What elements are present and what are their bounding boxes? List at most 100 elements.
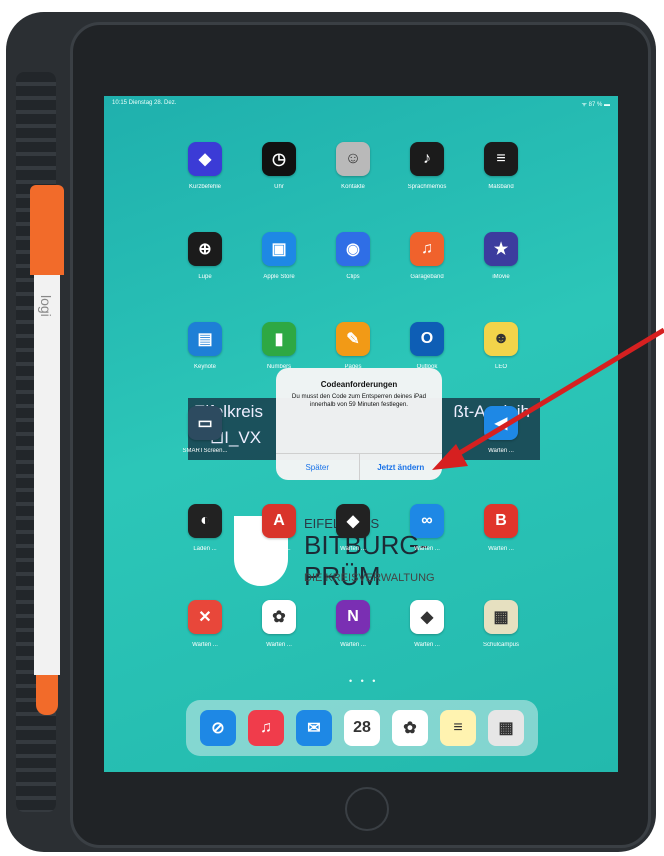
pencil-brand: logi bbox=[38, 295, 54, 317]
app-label: Apple Store bbox=[263, 274, 295, 280]
app-icon-tile[interactable]: ✿ Warten ... bbox=[249, 600, 309, 666]
app-icon: ≡ bbox=[484, 142, 518, 176]
app-icon-tile[interactable]: ♪ Sprachmemos bbox=[397, 142, 457, 208]
app-label: Laden ... bbox=[267, 546, 291, 552]
app-icon-tile[interactable]: ☻ LEO bbox=[471, 322, 531, 388]
app-icon: ◐ bbox=[188, 504, 222, 538]
dock-mail-icon[interactable]: ✉ bbox=[296, 710, 332, 746]
dock-notes-icon[interactable]: ≡ bbox=[440, 710, 476, 746]
app-icon-tile[interactable]: ★ iMovie bbox=[471, 232, 531, 298]
app-icon-tile[interactable]: ◆ Warten ... bbox=[323, 504, 383, 570]
pencil-tip bbox=[36, 675, 58, 715]
app-label: Keynote bbox=[193, 364, 217, 370]
app-icon: A bbox=[262, 504, 296, 538]
app-icon: ▮ bbox=[262, 322, 296, 356]
dock-folder-icon[interactable]: ▦ bbox=[488, 710, 524, 746]
app-label: Warten ... bbox=[340, 546, 366, 552]
app-icon: ✿ bbox=[262, 600, 296, 634]
app-icon-tile[interactable]: ◷ Uhr bbox=[249, 142, 309, 208]
app-label: Warten ... bbox=[266, 642, 292, 648]
app-icon-tile[interactable]: N Warten ... bbox=[323, 600, 383, 666]
app-icon-tile[interactable]: ⊕ Lupe bbox=[175, 232, 235, 298]
app-icon-tile[interactable]: A Laden ... bbox=[249, 504, 309, 570]
app-icon-tile[interactable]: ◐ Laden ... bbox=[175, 504, 235, 570]
status-time: 10:15 Dienstag 28. Dez. bbox=[112, 100, 177, 106]
app-label: Kontakte bbox=[341, 184, 365, 190]
app-label: Uhr bbox=[274, 184, 284, 190]
app-icon-tile[interactable]: ✕ Warten ... bbox=[175, 600, 235, 666]
dock-safari-icon[interactable]: ⊘ bbox=[200, 710, 236, 746]
app-icon-tile[interactable]: ◉ Clips bbox=[323, 232, 383, 298]
app-icon: ♫ bbox=[410, 232, 444, 266]
change-now-button[interactable]: Jetzt ändern bbox=[358, 454, 443, 480]
app-icon: ✕ bbox=[188, 600, 222, 634]
app-label: Maßband bbox=[488, 184, 514, 190]
app-label: Warten ... bbox=[488, 448, 514, 454]
app-icon: ✎ bbox=[336, 322, 370, 356]
app-label: Laden ... bbox=[193, 546, 217, 552]
dock-calendar-icon[interactable]: 28 bbox=[344, 710, 380, 746]
passcode-alert: Codeanforderungen Du musst den Code zum … bbox=[276, 368, 442, 480]
app-icon: ∞ bbox=[410, 504, 444, 538]
app-icon-tile[interactable]: ▦ Schulcampus bbox=[471, 600, 531, 666]
app-label: Warten ... bbox=[340, 642, 366, 648]
app-label: Warten ... bbox=[488, 546, 514, 552]
alert-title: Codeanforderungen bbox=[320, 380, 398, 389]
app-icon-tile[interactable]: ∞ Warten ... bbox=[397, 504, 457, 570]
app-label: Warten ... bbox=[192, 642, 218, 648]
app-icon: ◀ bbox=[484, 406, 518, 440]
app-label: Sprachmemos bbox=[407, 184, 447, 190]
app-label: Warten ... bbox=[414, 642, 440, 648]
app-icon: O bbox=[410, 322, 444, 356]
app-label: Clips bbox=[346, 274, 360, 280]
dock: ⊘ ♫ ✉ 28 ✿ ≡ ▦ bbox=[186, 700, 538, 756]
app-label: LEO bbox=[494, 364, 507, 370]
app-label: SMARTScreen... bbox=[182, 448, 228, 454]
app-icon-tile[interactable]: ☺ Kontakte bbox=[323, 142, 383, 208]
app-icon-tile[interactable]: ▣ Apple Store bbox=[249, 232, 309, 298]
app-icon-tile[interactable]: ▤ Keynote bbox=[175, 322, 235, 388]
logo-line3: DIE KREISVERWALTUNG bbox=[304, 572, 435, 584]
app-icon: ◷ bbox=[262, 142, 296, 176]
app-icon: ☻ bbox=[484, 322, 518, 356]
stylus-pencil: logi bbox=[30, 185, 64, 715]
app-icon-tile[interactable]: ◀ Warten ... bbox=[471, 406, 531, 472]
alert-buttons: Später Jetzt ändern bbox=[276, 453, 442, 480]
pencil-body bbox=[34, 275, 60, 675]
app-icon: ★ bbox=[484, 232, 518, 266]
home-screen: 10:15 Dienstag 28. Dez. ᯤ 87 % ▬ Eifelkr… bbox=[104, 96, 618, 772]
pencil-cap bbox=[30, 185, 64, 275]
app-icon: ▣ bbox=[262, 232, 296, 266]
app-icon-tile[interactable]: ♫ Garageband bbox=[397, 232, 457, 298]
home-button[interactable] bbox=[345, 787, 389, 831]
app-icon: ▭ bbox=[188, 406, 222, 440]
app-icon-tile[interactable]: ◆ Warten ... bbox=[397, 600, 457, 666]
app-label: Kurzbefehle bbox=[188, 184, 222, 190]
app-icon-tile[interactable]: ◆ Kurzbefehle bbox=[175, 142, 235, 208]
dock-photos-icon[interactable]: ✿ bbox=[392, 710, 428, 746]
app-icon: ▤ bbox=[188, 322, 222, 356]
app-icon-tile[interactable]: B Warten ... bbox=[471, 504, 531, 570]
app-icon: ◆ bbox=[188, 142, 222, 176]
status-battery: ᯤ 87 % ▬ bbox=[581, 102, 611, 108]
app-label: Lupe bbox=[198, 274, 212, 280]
app-icon: B bbox=[484, 504, 518, 538]
app-label: Garageband bbox=[410, 274, 444, 280]
status-bar: 10:15 Dienstag 28. Dez. ᯤ 87 % ▬ bbox=[104, 96, 618, 110]
later-button[interactable]: Später bbox=[276, 454, 359, 480]
dock-music-icon[interactable]: ♫ bbox=[248, 710, 284, 746]
app-icon-tile[interactable]: ▭ SMARTScreen... bbox=[175, 406, 235, 472]
app-icon: ◆ bbox=[410, 600, 444, 634]
app-label: Schulcampus bbox=[482, 642, 520, 648]
app-label: iMovie bbox=[492, 274, 510, 280]
app-icon: ⊕ bbox=[188, 232, 222, 266]
app-icon: ▦ bbox=[484, 600, 518, 634]
app-icon: ◉ bbox=[336, 232, 370, 266]
app-icon: ♪ bbox=[410, 142, 444, 176]
app-label: Warten ... bbox=[414, 546, 440, 552]
app-icon: N bbox=[336, 600, 370, 634]
app-icon: ◆ bbox=[336, 504, 370, 538]
app-icon-tile[interactable]: ≡ Maßband bbox=[471, 142, 531, 208]
alert-message: Du musst den Code zum Entsperren deines … bbox=[291, 393, 427, 408]
page-indicator[interactable]: • • • bbox=[349, 676, 378, 686]
